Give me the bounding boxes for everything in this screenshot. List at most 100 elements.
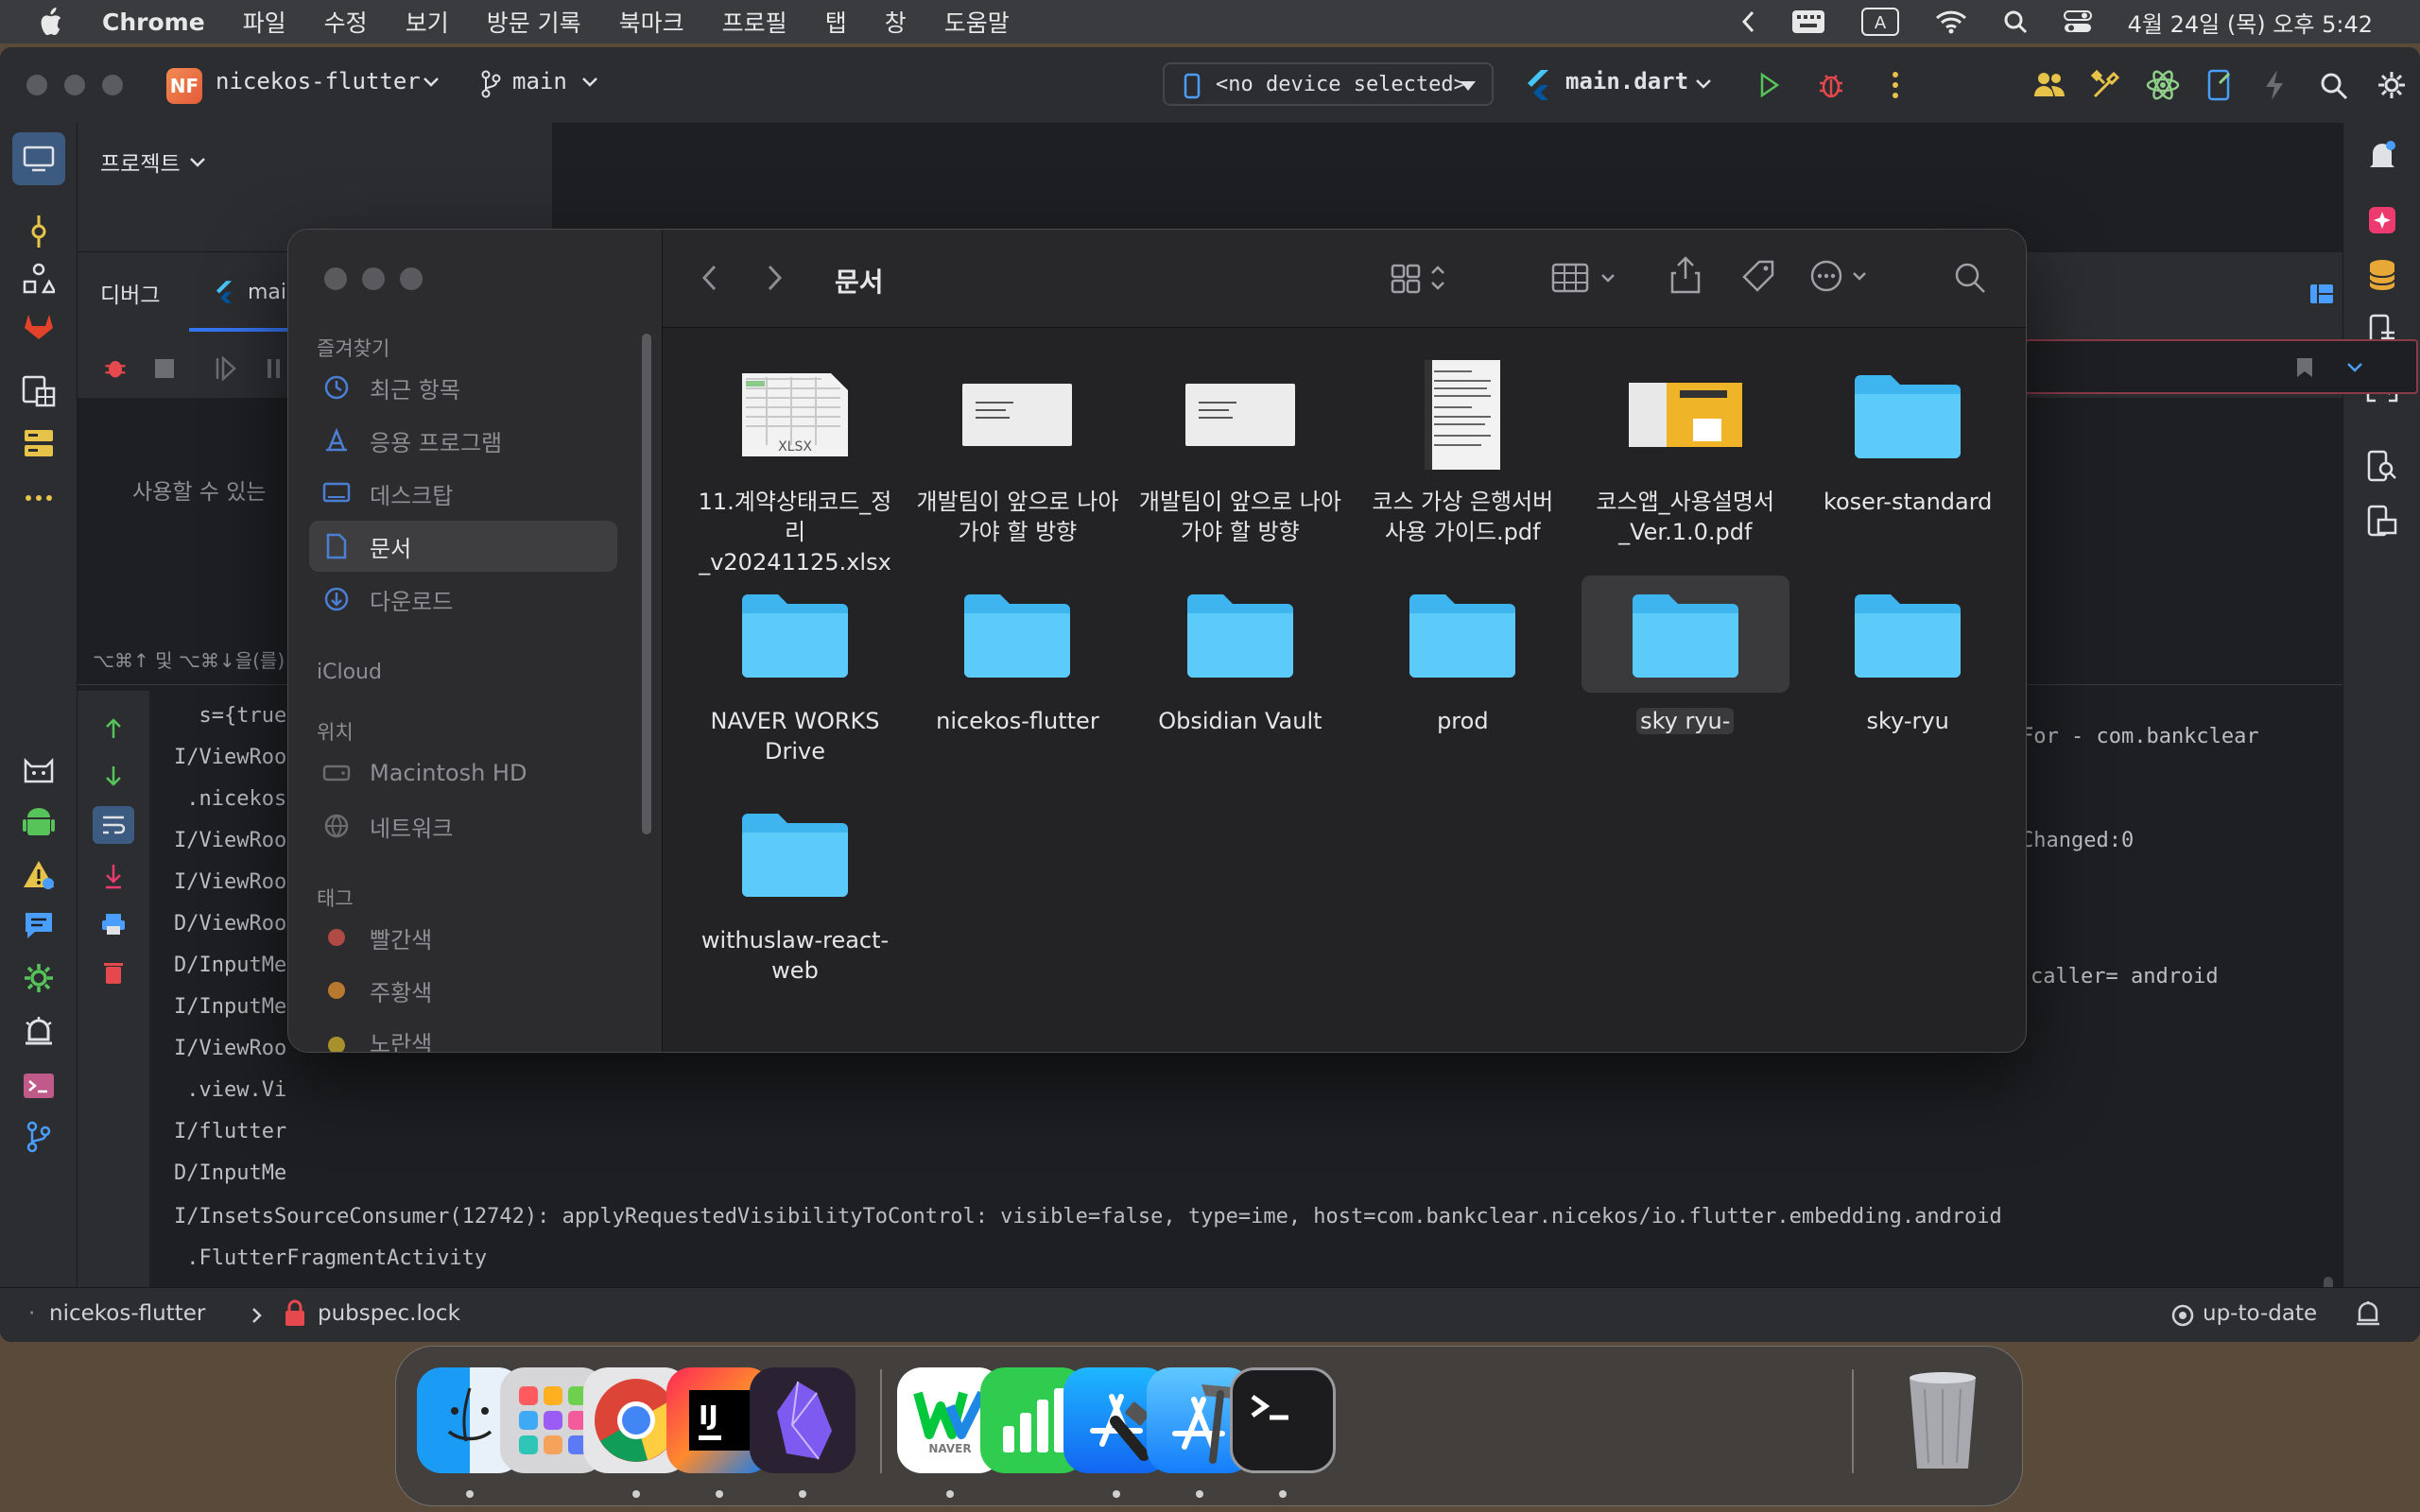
debug-icon[interactable] — [1817, 70, 1845, 100]
more-tools-icon[interactable] — [19, 478, 59, 518]
scroll-to-end-icon[interactable] — [104, 863, 123, 889]
sidebar-tag-yellow[interactable]: 노란색 — [309, 1018, 617, 1052]
commit-icon[interactable] — [19, 212, 59, 251]
share-icon[interactable] — [1670, 256, 1701, 294]
print-icon[interactable] — [100, 912, 127, 936]
notifications-alarm-icon[interactable] — [19, 1011, 59, 1051]
ai-assistant-icon[interactable] — [2362, 200, 2402, 240]
chevron-down-icon[interactable] — [1694, 77, 1713, 91]
breadcrumb-project[interactable]: nicekos-flutter — [49, 1301, 205, 1326]
cat-icon[interactable] — [19, 752, 59, 792]
run-config-selector[interactable]: main.dart — [1565, 68, 1688, 94]
run-icon[interactable] — [1758, 72, 1781, 98]
sidebar-item-macintosh-hd[interactable]: Macintosh HD — [309, 747, 617, 799]
arrow-up-icon[interactable] — [104, 717, 123, 740]
finder-close-button[interactable] — [324, 267, 347, 290]
project-selector[interactable]: nicekos-flutter — [216, 68, 421, 94]
chevron-down-icon[interactable] — [2346, 362, 2363, 373]
menu-tab[interactable]: 탭 — [825, 5, 847, 39]
branch-icon[interactable] — [480, 70, 501, 98]
sidebar-item-desktop[interactable]: 데스크탑 — [309, 468, 617, 519]
git-icon[interactable] — [19, 1117, 59, 1157]
sidebar-tag-red[interactable]: 빨간색 — [309, 912, 617, 963]
database-icon[interactable] — [2362, 255, 2402, 295]
project-badge[interactable]: NF — [166, 68, 202, 104]
chevron-down-icon[interactable] — [422, 76, 441, 89]
input-source-icon[interactable]: A — [1860, 8, 1899, 36]
menu-profiles[interactable]: 프로필 — [722, 5, 787, 39]
sidebar-item-applications[interactable]: 응용 프로그램 — [309, 415, 617, 466]
pause-icon[interactable] — [267, 358, 282, 379]
trash-icon[interactable] — [104, 961, 123, 986]
bookmark-icon[interactable] — [2295, 356, 2314, 379]
terminal-icon[interactable] — [19, 1066, 59, 1106]
tag-icon[interactable] — [1740, 258, 1776, 294]
arrow-down-icon[interactable] — [104, 765, 123, 787]
layout-icon[interactable] — [2310, 284, 2333, 303]
file-item[interactable]: 개발팀이 앞으로 나아가야 할 방향 — [913, 356, 1121, 547]
more-vertical-icon[interactable] — [1891, 70, 1900, 100]
build-tools-icon[interactable] — [2091, 70, 2121, 100]
search-icon[interactable] — [2320, 72, 2348, 100]
folder-item[interactable]: Obsidian Vault — [1136, 576, 1344, 736]
menu-window[interactable]: 창 — [885, 5, 907, 39]
file-item[interactable]: 코스앱_사용설명서_Ver.1.0.pdf — [1582, 356, 1789, 547]
sidebar-item-recents[interactable]: 최근 항목 — [309, 362, 617, 413]
menu-help[interactable]: 도움말 — [944, 5, 1010, 39]
keyboard-icon[interactable] — [1791, 9, 1825, 34]
sidebar-scrollbar[interactable] — [642, 334, 651, 834]
dock-terminal-icon[interactable] — [1230, 1367, 1336, 1473]
database-view-icon[interactable] — [19, 423, 59, 463]
search-icon[interactable] — [1954, 262, 1986, 294]
resource-manager-icon[interactable] — [19, 370, 59, 410]
chevron-down-icon[interactable] — [189, 157, 206, 168]
spotlight-search-icon[interactable] — [2003, 9, 2028, 34]
project-panel-title[interactable]: 프로젝트 — [100, 146, 181, 178]
sidebar-item-network[interactable]: 네트워크 — [309, 800, 617, 851]
running-devices-icon[interactable] — [2362, 446, 2402, 486]
more-actions-icon[interactable] — [1810, 260, 1871, 292]
file-item[interactable]: XLSX 11.계약상태코드_정리_v20241125.xlsx — [691, 356, 899, 577]
group-icon[interactable] — [1551, 262, 1619, 294]
stop-icon[interactable] — [155, 359, 174, 378]
menu-history[interactable]: 방문 기록 — [487, 5, 581, 39]
menu-bookmarks[interactable]: 북마크 — [619, 5, 684, 39]
dock-trash-icon[interactable] — [1890, 1367, 1996, 1473]
file-item[interactable]: 코스 가상 은행서버 사용 가이드.pdf — [1358, 356, 1566, 547]
android-icon[interactable] — [19, 803, 59, 843]
collaboration-icon[interactable] — [2032, 70, 2066, 98]
folder-item[interactable]: sky-ryu — [1804, 576, 2012, 736]
dock-obsidian-icon[interactable] — [750, 1367, 856, 1473]
menu-view[interactable]: 보기 — [406, 5, 449, 39]
structure-icon[interactable] — [19, 259, 59, 299]
finder-zoom-button[interactable] — [400, 267, 423, 290]
notifications-icon[interactable] — [2362, 136, 2402, 176]
wifi-icon[interactable] — [1935, 9, 1967, 34]
breadcrumb-file[interactable]: pubspec.lock — [318, 1301, 460, 1326]
folder-item[interactable]: NAVER WORKS Drive — [691, 576, 899, 766]
notification-bell-icon[interactable] — [2354, 1299, 2382, 1328]
window-zoom-button[interactable] — [102, 75, 123, 95]
icon-view-icon[interactable] — [1391, 262, 1451, 294]
settings-sync-icon[interactable] — [19, 958, 59, 998]
debug-session-tab[interactable]: mai — [248, 281, 286, 304]
forward-icon[interactable] — [767, 264, 784, 292]
search-field[interactable] — [2025, 339, 2418, 394]
finder-minimize-button[interactable] — [362, 267, 385, 290]
sidebar-item-documents[interactable]: 문서 — [309, 521, 617, 572]
back-icon[interactable] — [700, 264, 717, 292]
device-manager-icon[interactable] — [2206, 68, 2233, 102]
chevron-down-icon[interactable] — [580, 76, 599, 89]
resume-icon[interactable] — [216, 356, 236, 381]
project-view-icon[interactable] — [12, 132, 65, 185]
chevron-left-icon[interactable] — [1740, 9, 1755, 34]
menu-app-name[interactable]: Chrome — [102, 9, 205, 36]
window-minimize-button[interactable] — [64, 75, 85, 95]
folder-item[interactable]: nicekos-flutter — [913, 576, 1121, 736]
messages-icon[interactable] — [19, 905, 59, 945]
device-selector[interactable]: <no device selected> — [1163, 62, 1494, 106]
device-explorer-icon[interactable] — [2362, 501, 2402, 541]
apple-menu-icon[interactable] — [36, 7, 64, 37]
file-item[interactable]: 개발팀이 앞으로 나아가야 할 방향 — [1136, 356, 1344, 547]
react-atom-icon[interactable] — [2146, 68, 2180, 102]
